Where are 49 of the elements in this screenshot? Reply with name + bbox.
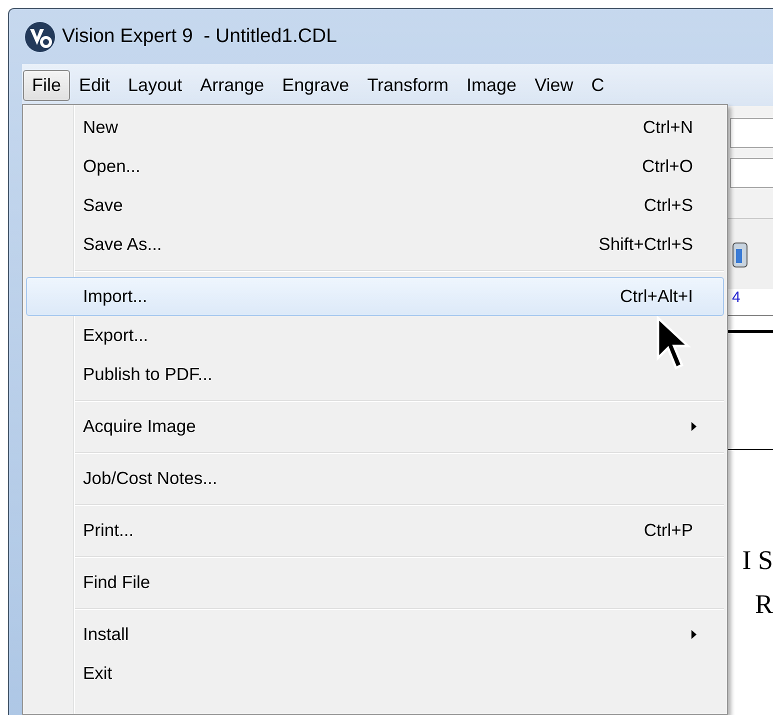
canvas-text: R	[754, 588, 773, 621]
menu-item[interactable]: Job/Cost Notes...	[26, 459, 724, 498]
menu-item-label: Acquire Image	[83, 416, 197, 437]
menu-item-label: Open...	[83, 156, 142, 177]
menu-item-label: Job/Cost Notes...	[83, 468, 218, 489]
menu-item[interactable]: Acquire Image	[26, 407, 724, 446]
shortcut-label: Ctrl+Alt+I	[620, 286, 693, 307]
mouse-pointer-icon	[656, 316, 692, 372]
menu-item[interactable]: Save As... Shift+Ctrl+S	[26, 225, 724, 264]
menu-item-label: Install	[83, 624, 130, 645]
shortcut-label: Shift+Ctrl+S	[598, 234, 693, 255]
menu-item-label: Exit	[83, 663, 114, 684]
app-logo-icon	[24, 20, 56, 52]
menu-bar-item[interactable]: File	[23, 70, 70, 100]
menu-item[interactable]: Print... Ctrl+P	[26, 511, 724, 550]
menu-item-label: New	[83, 117, 120, 138]
menu-item[interactable]: Import... Ctrl+Alt+I	[26, 277, 724, 316]
menu-item[interactable]: Open... Ctrl+O	[26, 147, 724, 186]
menu-item-label: Import...	[83, 286, 148, 307]
menu-item-label: Publish to PDF...	[83, 364, 214, 385]
shortcut-label: Ctrl+O	[642, 156, 693, 177]
shortcut-label: Ctrl+S	[644, 195, 693, 216]
menu-bar-item[interactable]: Edit	[70, 70, 120, 100]
menu-bar-item[interactable]: Image	[458, 70, 526, 100]
menu-item-label: Find File	[83, 572, 152, 593]
input-field[interactable]	[730, 118, 773, 148]
menu-bar-item[interactable]: Arrange	[191, 70, 274, 100]
menu-item-label: Print...	[83, 520, 135, 541]
shortcut-label: Ctrl+N	[642, 117, 693, 138]
menu-item-label: Save As...	[83, 234, 163, 255]
menu-item[interactable]: Export...	[26, 316, 724, 355]
shortcut-label: Ctrl+P	[644, 520, 693, 541]
menu-item-label: Export...	[83, 325, 150, 346]
menu-item-label: Save	[83, 195, 124, 216]
menu-bar-item[interactable]: Transform	[358, 70, 458, 100]
menu-bar-item[interactable]: Layout	[119, 70, 192, 100]
menu-item[interactable]: Install	[26, 615, 724, 654]
menu-item[interactable]: Find File	[26, 563, 724, 602]
input-field[interactable]	[730, 158, 773, 188]
ruler-number: 4	[732, 289, 740, 306]
menu-bar-item[interactable]: View	[526, 70, 582, 100]
menu-item[interactable]: Publish to PDF...	[26, 355, 724, 394]
menu-item[interactable]: Save Ctrl+S	[26, 186, 724, 225]
menu-bar-item[interactable]: C	[582, 70, 614, 100]
window-title: Vision Expert 9 - Untitled1.CDL	[62, 25, 337, 48]
menu-item[interactable]: Exit	[26, 654, 724, 693]
canvas-text: I S	[742, 544, 773, 577]
menu-bar-item[interactable]: Engrave	[273, 70, 358, 100]
menu-item[interactable]: New Ctrl+N	[26, 108, 724, 147]
